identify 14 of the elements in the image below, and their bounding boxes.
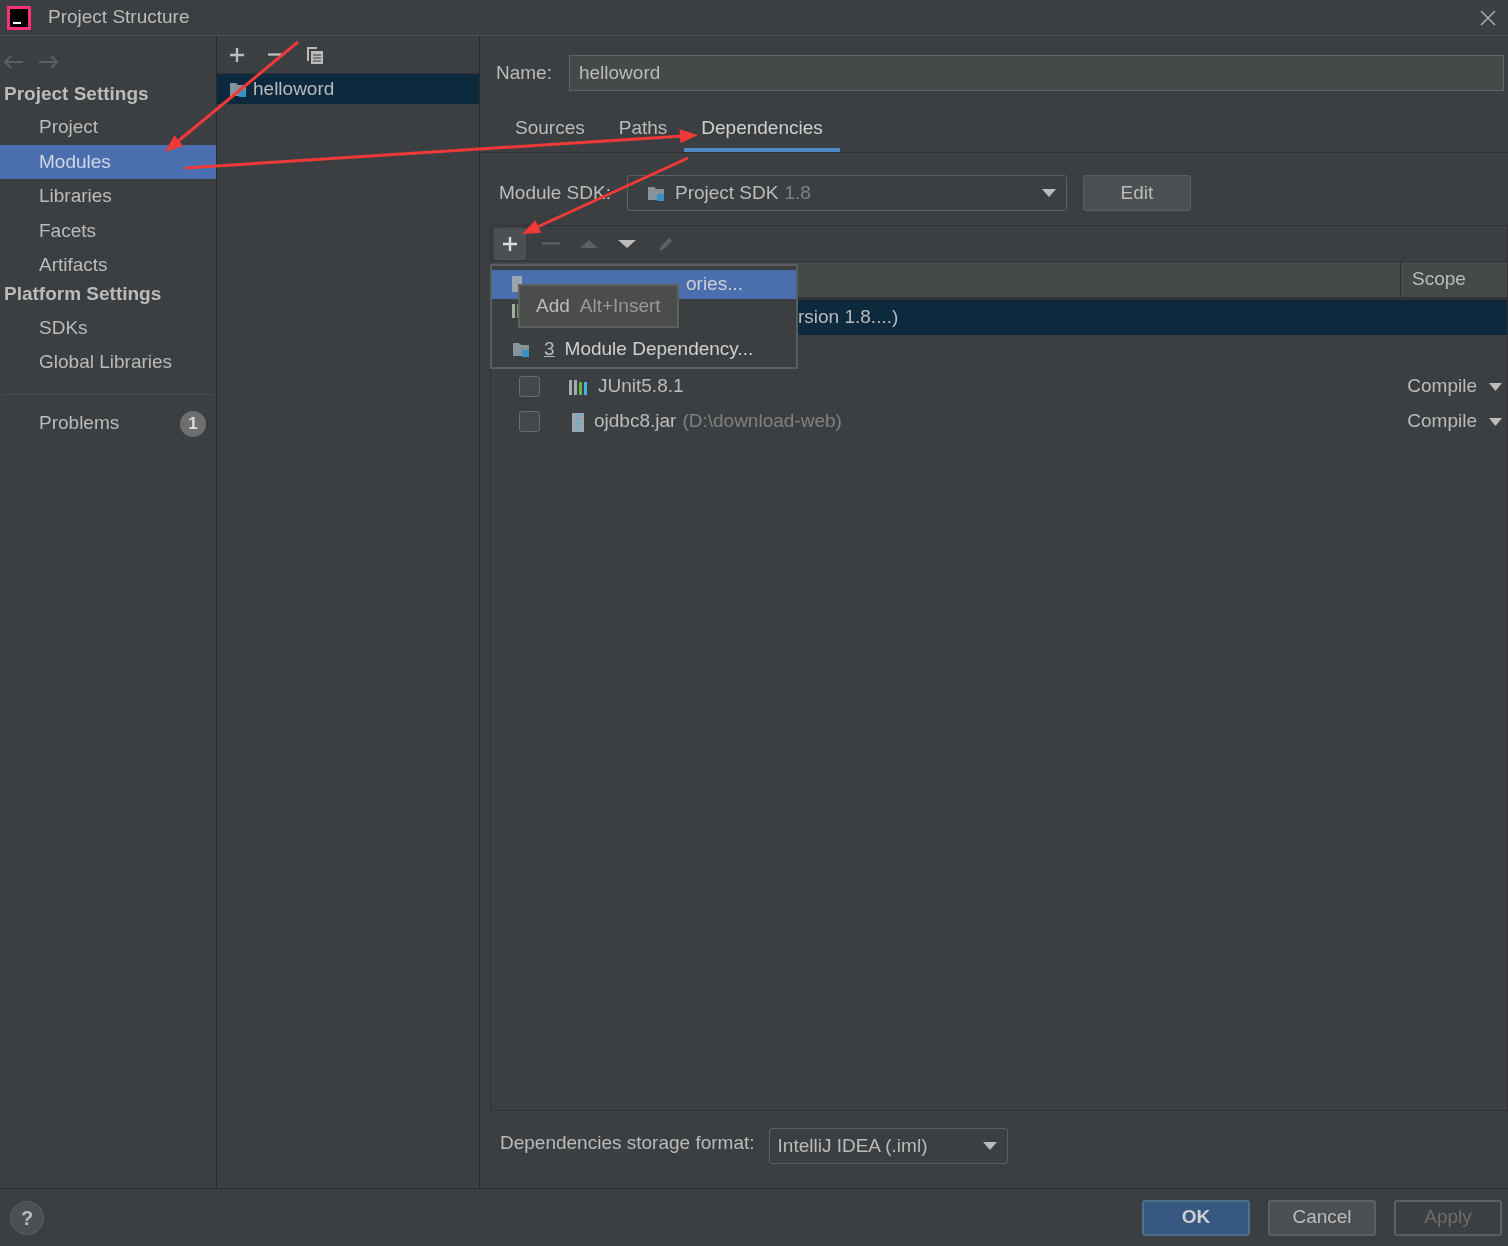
count-badge: 1 — [180, 410, 206, 437]
window-title: Project Structure — [48, 5, 190, 30]
field-label: Name: — [496, 60, 552, 85]
path-text: (D:\download-web) — [682, 409, 842, 434]
version-text: 1.8 — [784, 180, 812, 205]
column-header: Scope — [1411, 267, 1467, 292]
mnemonic-text: 3 — [544, 336, 555, 361]
section-header: Platform Settings — [3, 282, 163, 307]
table-cell-text: rsion 1.8....) — [798, 305, 899, 330]
field-label: Dependencies storage format: — [500, 1130, 755, 1155]
field-label: Module SDK: — [499, 180, 611, 205]
section-header: Project Settings — [3, 81, 150, 106]
table-cell-text: JUnit5.8.1 — [598, 374, 684, 399]
table-cell-text: ojdbc8.jar — [594, 409, 677, 434]
